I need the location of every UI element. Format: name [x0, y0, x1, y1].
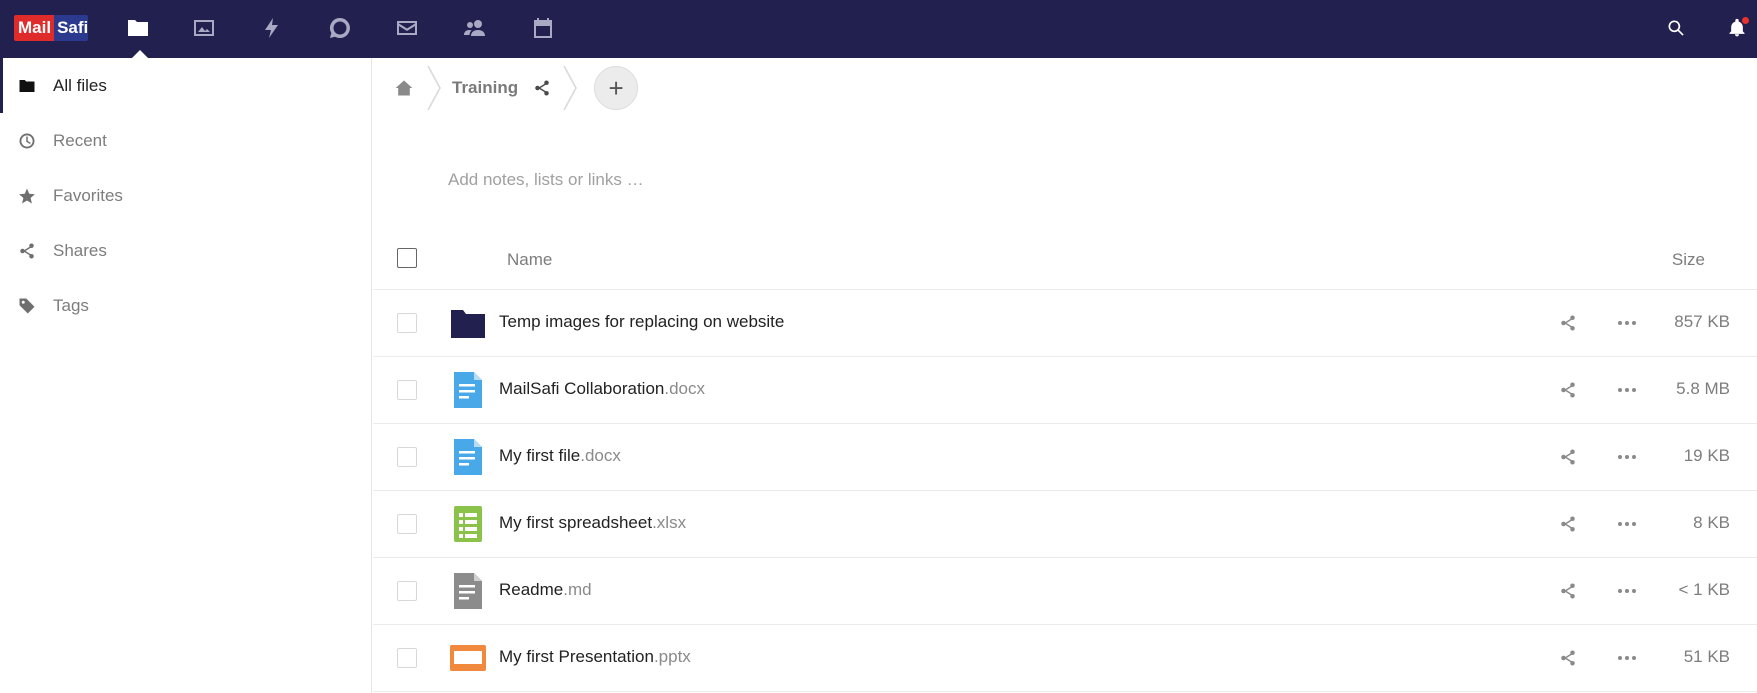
select-all-checkbox[interactable]	[397, 248, 417, 268]
photos-icon[interactable]	[188, 12, 220, 44]
home-icon[interactable]	[390, 74, 418, 102]
mail-icon[interactable]	[391, 12, 423, 44]
file-size: 5.8 MB	[1676, 379, 1730, 398]
file-name[interactable]: My first spreadsheet.xlsx	[499, 513, 686, 533]
activity-icon[interactable]	[256, 12, 288, 44]
row-checkbox[interactable]	[397, 313, 417, 333]
file-name-base: MailSafi Collaboration	[499, 379, 665, 398]
breadcrumb-separator	[426, 65, 444, 111]
contacts-icon[interactable]	[459, 12, 491, 44]
more-actions-icon[interactable]	[1615, 512, 1639, 536]
row-checkbox[interactable]	[397, 447, 417, 467]
folder-icon	[449, 304, 487, 342]
file-name-base: Readme	[499, 580, 564, 599]
file-row[interactable]: Temp images for replacing on website 857…	[373, 290, 1757, 357]
sidebar-item-label: Recent	[53, 130, 107, 150]
more-actions-icon[interactable]	[1615, 378, 1639, 402]
file-row[interactable]: MailSafi Collaboration.docx 5.8 MB	[373, 357, 1757, 424]
share-icon[interactable]	[1556, 311, 1580, 335]
file-row[interactable]: Readme.md < 1 KB	[373, 558, 1757, 625]
file-size: 8 KB	[1693, 513, 1730, 532]
file-row[interactable]: My first file.docx 19 KB	[373, 424, 1757, 491]
share-icon[interactable]	[1556, 579, 1580, 603]
text-file-icon	[449, 572, 487, 610]
file-size: 19 KB	[1683, 446, 1730, 465]
file-extension: .md	[563, 580, 592, 599]
file-size: 51 KB	[1683, 647, 1730, 666]
row-checkbox[interactable]	[397, 648, 417, 668]
folder-icon	[16, 75, 38, 97]
file-extension: .docx	[664, 379, 706, 398]
sidebar: All files Recent Favorites Shares Tags	[0, 58, 372, 693]
row-checkbox[interactable]	[397, 514, 417, 534]
file-size: 857 KB	[1674, 312, 1730, 331]
notifications-icon[interactable]	[1723, 14, 1751, 42]
file-row[interactable]: My first Presentation.pptx 51 KB	[373, 625, 1757, 692]
breadcrumb-current-folder[interactable]: Training	[452, 78, 518, 98]
spreadsheet-icon	[449, 505, 487, 543]
column-header-name[interactable]: Name	[507, 250, 552, 270]
sidebar-item-favorites[interactable]: Favorites	[0, 168, 371, 223]
file-name-base: My first file	[499, 446, 581, 465]
logo-part-2: Safi	[54, 15, 88, 41]
top-bar: Mail Safi	[0, 0, 1757, 58]
add-new-button[interactable]: +	[594, 66, 639, 110]
document-icon	[449, 438, 487, 476]
file-row[interactable]: My first spreadsheet.xlsx 8 KB	[373, 491, 1757, 558]
share-icon[interactable]	[1556, 646, 1580, 670]
sidebar-item-tags[interactable]: Tags	[0, 278, 371, 333]
file-name[interactable]: MailSafi Collaboration.docx	[499, 379, 705, 399]
tag-icon	[16, 295, 38, 317]
sidebar-item-label: Favorites	[53, 185, 123, 205]
logo-part-1: Mail	[14, 15, 55, 41]
share-icon[interactable]	[530, 76, 554, 100]
share-icon[interactable]	[1556, 378, 1580, 402]
file-name[interactable]: Temp images for replacing on website	[499, 312, 784, 332]
column-header-size[interactable]: Size	[1672, 250, 1705, 270]
share-icon[interactable]	[1556, 445, 1580, 469]
sidebar-item-label: Shares	[53, 240, 107, 260]
file-name-base: Temp images for replacing on website	[499, 312, 785, 331]
row-checkbox[interactable]	[397, 380, 417, 400]
sidebar-item-label: All files	[53, 75, 107, 95]
active-app-indicator	[132, 50, 148, 58]
breadcrumb-separator	[562, 65, 580, 111]
file-size: < 1 KB	[1678, 580, 1730, 599]
file-name-base: My first Presentation	[499, 647, 654, 666]
more-actions-icon[interactable]	[1615, 579, 1639, 603]
more-actions-icon[interactable]	[1615, 646, 1639, 670]
file-list-header: Name Size	[373, 231, 1757, 290]
mailsafi-logo[interactable]: Mail Safi	[14, 15, 88, 41]
sidebar-item-label: Tags	[53, 295, 89, 315]
file-name-base: My first spreadsheet	[499, 513, 653, 532]
file-name[interactable]: My first file.docx	[499, 446, 621, 466]
row-checkbox[interactable]	[397, 581, 417, 601]
more-actions-icon[interactable]	[1615, 445, 1639, 469]
sidebar-item-recent[interactable]: Recent	[0, 113, 371, 168]
files-icon[interactable]	[122, 12, 154, 44]
file-name[interactable]: My first Presentation.pptx	[499, 647, 691, 667]
share-icon	[16, 240, 38, 262]
sidebar-item-all-files[interactable]: All files	[0, 58, 371, 113]
document-icon	[449, 371, 487, 409]
star-icon	[16, 185, 38, 207]
file-name[interactable]: Readme.md	[499, 580, 592, 600]
clock-icon	[16, 130, 38, 152]
rich-workspace-notes[interactable]: Add notes, lists or links …	[448, 170, 644, 190]
talk-icon[interactable]	[324, 12, 356, 44]
share-icon[interactable]	[1556, 512, 1580, 536]
breadcrumb: Training +	[373, 58, 1757, 118]
calendar-icon[interactable]	[527, 12, 559, 44]
file-extension: .xlsx	[652, 513, 687, 532]
file-extension: .docx	[580, 446, 621, 465]
search-icon[interactable]	[1662, 14, 1690, 42]
presentation-icon	[449, 639, 487, 677]
notification-badge	[1742, 17, 1749, 24]
more-actions-icon[interactable]	[1615, 311, 1639, 335]
file-extension: .pptx	[653, 647, 691, 666]
sidebar-item-shares[interactable]: Shares	[0, 223, 371, 278]
